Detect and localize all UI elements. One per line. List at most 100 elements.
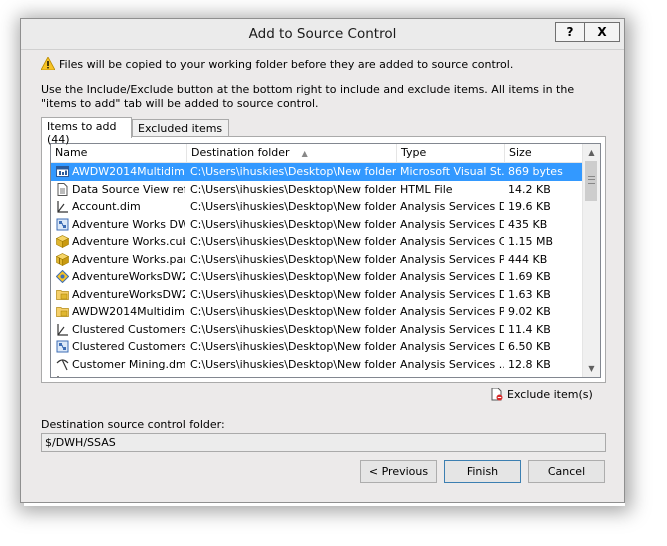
cell-name: AWDW2014Multidime... <box>72 165 185 178</box>
cell-destination: C:\Users\ihuskies\Desktop\New folder\... <box>190 340 396 353</box>
table-row[interactable]: AdventureWorksDW2... C:\Users\ihuskies\De… <box>51 286 584 304</box>
warning-icon <box>40 56 56 71</box>
cell-destination: C:\Users\ihuskies\Desktop\New folder\... <box>190 357 396 371</box>
table-row[interactable]: AdventureWorksDW2... C:\Users\ihuskies\De… <box>51 268 584 286</box>
cell-destination: C:\Users\ihuskies\Desktop\New folder\... <box>190 373 396 377</box>
exclude-items-button[interactable]: Exclude item(s) <box>491 387 593 401</box>
mining-icon <box>56 358 69 371</box>
cell-size: 1.63 KB <box>508 287 551 301</box>
cell-type: Analysis Services P... <box>400 252 504 266</box>
cell-name: Adventure Works.cube <box>72 235 185 248</box>
folder-cube-icon <box>56 305 69 318</box>
cell-name: Customer.dim <box>72 373 185 377</box>
project-icon <box>56 165 69 178</box>
cell-size: 12.8 KB <box>508 357 551 371</box>
cancel-button[interactable]: Cancel <box>528 460 605 483</box>
column-size-label: Size <box>509 146 532 159</box>
dimension-icon <box>56 200 69 213</box>
warning-text: Files will be copied to your working fol… <box>59 58 514 71</box>
add-to-source-control-dialog: Add to Source Control ? X Files will be … <box>20 18 625 503</box>
table-row[interactable]: Adventure Works.part... C:\Users\ihuskies… <box>51 251 584 269</box>
cell-destination: C:\Users\ihuskies\Desktop\New folder\... <box>190 200 396 213</box>
table-row[interactable]: Clustered Customers.... C:\Users\ihuskies… <box>51 338 584 356</box>
cell-destination: C:\Users\ihuskies\Desktop\New folder\... <box>190 287 396 301</box>
table-row[interactable]: AWDW2014Multidime... C:\Users\ihuskies\De… <box>51 163 584 181</box>
vertical-scrollbar[interactable]: ▲ ▼ <box>582 144 600 377</box>
cell-size: 11.4 KB <box>508 322 551 336</box>
column-header-destination[interactable]: Destination folder ▲ <box>187 144 397 162</box>
cell-name: Data Source View refr... <box>72 182 185 196</box>
previous-button[interactable]: < Previous <box>360 460 437 483</box>
cell-name: AWDW2014Multidime... <box>72 305 185 318</box>
warning-message: Files will be copied to your working fol… <box>40 56 514 71</box>
cell-type: Analysis Services D... <box>400 373 504 377</box>
cell-size: 9.02 KB <box>508 305 551 318</box>
table-row[interactable]: AWDW2014Multidime... C:\Users\ihuskies\De… <box>51 303 584 321</box>
cell-type: HTML File <box>400 182 453 196</box>
cell-destination: C:\Users\ihuskies\Desktop\New folder\... <box>190 322 396 336</box>
close-button[interactable]: X <box>584 22 620 42</box>
table-row[interactable]: Clustered Customers.... C:\Users\ihuskies… <box>51 321 584 339</box>
table-row[interactable]: Data Source View refr... C:\Users\ihuskie… <box>51 181 584 199</box>
cell-size: 1.15 MB <box>508 235 554 248</box>
document-icon <box>56 182 69 196</box>
dimension-icon <box>56 323 69 336</box>
cell-size: 444 KB <box>508 252 548 266</box>
table-row[interactable]: Adventure Works DW.... C:\Users\ihuskies\… <box>51 216 584 234</box>
cell-name: AdventureWorksDW2... <box>72 287 185 301</box>
cell-type: Analysis Services D... <box>400 340 504 353</box>
cell-name: AdventureWorksDW2... <box>72 270 185 283</box>
dialog-title: Add to Source Control <box>248 26 397 42</box>
cell-size: 869 bytes <box>508 165 563 178</box>
table-row[interactable]: Customer Mining.dmm C:\Users\ihuskies\Des… <box>51 356 584 374</box>
cell-type: Analysis Services ... <box>400 357 504 371</box>
cell-type: Analysis Services D... <box>400 322 504 336</box>
items-list[interactable]: Name Destination folder ▲ Type Size AWDW2… <box>50 143 601 378</box>
cell-destination: C:\Users\ihuskies\Desktop\New folder\... <box>190 252 396 266</box>
instructions-text: Use the Include/Exclude button at the bo… <box>41 83 575 110</box>
cell-name: Adventure Works DW.... <box>72 217 185 231</box>
cell-destination: C:\Users\ihuskies\Desktop\New folder\... <box>190 182 396 196</box>
partition-icon <box>55 252 70 266</box>
cube-icon <box>55 235 70 248</box>
tab-items-to-add[interactable]: Items to add (44) <box>41 117 132 146</box>
cell-type: Analysis Services D... <box>400 270 504 283</box>
cell-size: 6.50 KB <box>508 340 551 353</box>
cell-type: Analysis Services D... <box>400 200 504 213</box>
exclude-icon <box>491 387 503 401</box>
data-source-icon <box>55 269 70 284</box>
column-header-name[interactable]: Name <box>51 144 187 162</box>
scroll-grip-icon <box>588 176 595 184</box>
title-bar[interactable]: Add to Source Control ? X <box>21 19 624 50</box>
column-header-type[interactable]: Type <box>397 144 505 162</box>
exclude-items-label: Exclude item(s) <box>507 388 593 401</box>
cell-destination: C:\Users\ihuskies\Desktop\New folder\... <box>190 217 396 231</box>
cell-size: 14.2 KB <box>508 182 551 196</box>
cell-type: Analysis Services C... <box>400 235 504 248</box>
cell-name: Adventure Works.part... <box>72 252 185 266</box>
items-to-add-panel: Name Destination folder ▲ Type Size AWDW2… <box>41 136 606 383</box>
table-row[interactable]: Customer.dim C:\Users\ihuskies\Desktop\Ne… <box>51 373 584 377</box>
help-button[interactable]: ? <box>555 22 585 42</box>
folder-cube-icon <box>56 288 69 301</box>
scroll-down-arrow-icon[interactable]: ▼ <box>583 360 600 377</box>
finish-button[interactable]: Finish <box>444 460 521 483</box>
data-source-view-icon <box>56 340 69 353</box>
scroll-up-arrow-icon[interactable]: ▲ <box>583 144 600 161</box>
dimension-icon <box>56 375 69 377</box>
cell-size: 50.6 KB <box>508 373 584 377</box>
column-destination-label: Destination folder <box>191 146 290 159</box>
data-source-view-icon <box>56 218 69 231</box>
table-row[interactable]: Account.dim C:\Users\ihuskies\Desktop\New… <box>51 198 584 216</box>
destination-folder-field: $/DWH/SSAS <box>41 433 606 452</box>
cell-destination: C:\Users\ihuskies\Desktop\New folder\... <box>190 165 396 178</box>
cell-type: Analysis Services P... <box>400 305 504 318</box>
cell-destination: C:\Users\ihuskies\Desktop\New folder\... <box>190 270 396 283</box>
column-header-size[interactable]: Size <box>505 144 584 162</box>
cell-size: 19.6 KB <box>508 200 551 213</box>
sort-ascending-icon: ▲ <box>301 149 308 158</box>
destination-folder-label: Destination source control folder: <box>41 418 225 431</box>
table-row[interactable]: Adventure Works.cube C:\Users\ihuskies\De… <box>51 233 584 251</box>
cell-size: 435 KB <box>508 217 548 231</box>
column-name-label: Name <box>55 146 88 159</box>
